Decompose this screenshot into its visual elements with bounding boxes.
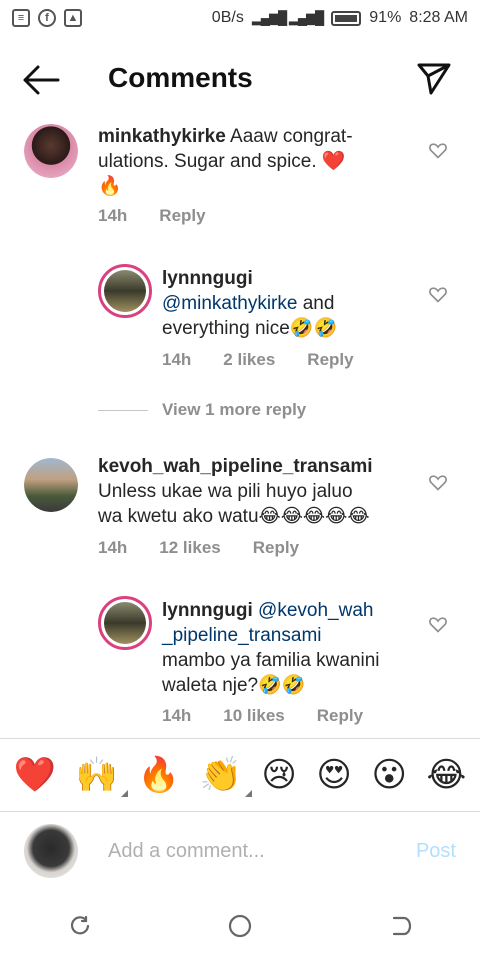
comment-text-line: ulations. Sugar and spice. ❤️ [98, 151, 346, 172]
likes-count[interactable]: 2 likes [223, 350, 275, 370]
reply-button[interactable]: Reply [159, 206, 205, 226]
reply-item: lynnngugi @minkathykirke and everything … [0, 262, 480, 372]
comment-item: minkathykirke Aaaw congrat- ulations. Su… [0, 120, 480, 230]
mention-link[interactable]: @minkathykirke [162, 293, 297, 314]
my-avatar [24, 824, 78, 878]
comment-username[interactable]: kevoh_wah_pipeline_transami [98, 456, 373, 477]
reply-item: lynnngugi @kevoh_wah _pipeline_transami … [0, 594, 480, 734]
avatar[interactable] [24, 124, 78, 178]
battery-icon [331, 10, 362, 26]
fire-emoji-button[interactable]: 🔥 [138, 755, 180, 795]
recent-apps-button[interactable] [58, 904, 102, 948]
emoji-quick-bar: ❤️ 🙌 🔥 👏 😢 😍 😮 😂 [0, 738, 480, 812]
back-button[interactable] [22, 64, 62, 96]
comment-time: 14h [162, 706, 192, 725]
clapping-hands-emoji-button[interactable]: 👏 [200, 755, 253, 797]
page-title: Comments [108, 62, 253, 93]
share-button[interactable] [416, 60, 452, 96]
back-nav-icon [392, 916, 412, 936]
like-heart-icon[interactable] [428, 140, 448, 160]
raising-hands-emoji-button[interactable]: 🙌 [76, 755, 129, 797]
mention-link-continued[interactable]: _pipeline_transami [162, 625, 322, 646]
like-heart-icon[interactable] [428, 472, 448, 492]
notification-icons: ≡ f ▲ [12, 9, 82, 27]
heart-eyes-emoji-button[interactable]: 😍 [316, 755, 351, 795]
comment-text-line: waleta nje?🤣🤣 [162, 675, 306, 696]
comment-time: 14h [98, 206, 128, 225]
home-circle-icon [228, 914, 252, 938]
signal-icon: ▂▄▆█ ▂▄▆█ [251, 10, 324, 25]
avatar[interactable] [24, 458, 78, 512]
comment-time: 14h [98, 538, 128, 557]
status-bar: ≡ f ▲ 0B/s ▂▄▆█ ▂▄▆█ 91% 8:28 AM [0, 0, 480, 36]
comment-text-line: wa kwetu ako watu😂😂😂😂😂 [98, 506, 370, 527]
network-speed: 0B/s [211, 9, 244, 26]
likes-count[interactable]: 10 likes [223, 706, 284, 726]
send-icon [417, 63, 451, 95]
comment-text: mambo ya familia kwanini [162, 650, 380, 671]
news-icon: ≡ [12, 9, 30, 27]
tears-of-joy-emoji-button[interactable]: 😂 [426, 755, 466, 795]
red-heart-emoji-button[interactable]: ❤️ [14, 755, 56, 795]
like-heart-icon[interactable] [428, 284, 448, 304]
facebook-icon: f [38, 9, 56, 27]
comment-text: Unless ukae wa pili huyo jaluo [98, 481, 353, 502]
likes-count[interactable]: 12 likes [159, 538, 220, 558]
reply-button[interactable]: Reply [317, 706, 363, 726]
comment-text: and [297, 293, 335, 314]
comment-composer: Post [0, 812, 480, 892]
clock: 8:28 AM [409, 9, 468, 26]
avatar[interactable] [98, 596, 152, 650]
reply-button[interactable]: Reply [253, 538, 299, 558]
comment-username[interactable]: lynnngugi [162, 600, 253, 621]
add-comment-input[interactable] [108, 836, 398, 866]
crying-face-emoji-button[interactable]: 😢 [261, 755, 296, 795]
battery-percent: 91% [369, 9, 402, 26]
view-more-label: View 1 more reply [162, 400, 307, 419]
avatar[interactable] [98, 264, 152, 318]
mention-link[interactable]: @kevoh_wah [258, 600, 373, 621]
comment-time: 14h [162, 350, 192, 369]
comment-text-line: everything nice🤣🤣 [162, 318, 338, 339]
back-nav-button[interactable] [378, 904, 422, 948]
comment-username[interactable]: minkathykirke [98, 126, 226, 147]
post-button[interactable]: Post [416, 840, 456, 863]
system-nav-bar [0, 892, 480, 960]
gallery-icon: ▲ [64, 9, 82, 27]
view-more-replies-button[interactable]: View 1 more reply [98, 400, 306, 420]
home-button[interactable] [218, 904, 262, 948]
reply-button[interactable]: Reply [307, 350, 353, 370]
like-heart-icon[interactable] [428, 614, 448, 634]
recents-icon [70, 915, 90, 935]
comment-item: kevoh_wah_pipeline_transami Unless ukae … [0, 450, 480, 560]
surprised-face-emoji-button[interactable]: 😮 [371, 755, 406, 795]
comment-text-line: 🔥 [98, 176, 122, 197]
comment-username[interactable]: lynnngugi [162, 268, 253, 289]
divider-line [98, 409, 148, 411]
header: Comments [0, 50, 480, 110]
arrow-left-icon [23, 65, 60, 95]
comment-text: Aaaw congrat- [225, 126, 353, 147]
